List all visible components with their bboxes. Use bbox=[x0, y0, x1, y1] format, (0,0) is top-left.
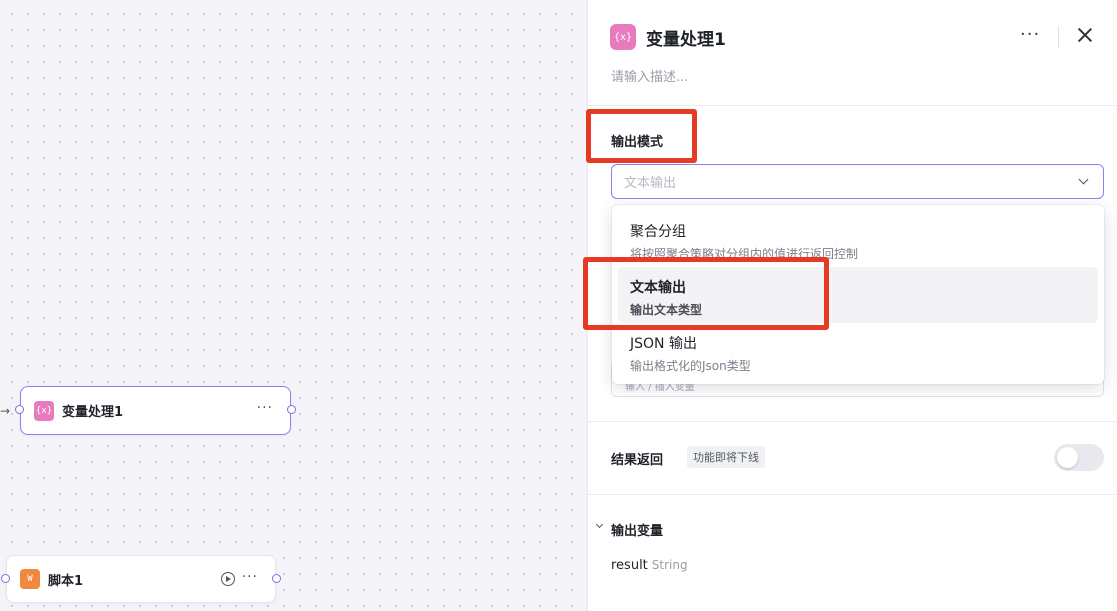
output-handle[interactable] bbox=[287, 405, 296, 414]
option-aggregate-group[interactable]: 聚合分组 将按照聚合策略对分组内的值进行返回控制 bbox=[618, 211, 1098, 267]
variable-icon: {x} bbox=[34, 400, 54, 421]
result-return-label: 结果返回 bbox=[611, 453, 664, 468]
variable-icon: {x} bbox=[610, 24, 636, 50]
variable-name: result bbox=[611, 558, 648, 573]
select-placeholder: 文本输出 bbox=[624, 176, 677, 191]
more-icon[interactable]: ··· bbox=[242, 569, 258, 585]
chevron-down-icon bbox=[1078, 174, 1089, 185]
incoming-edge-arrow: → bbox=[0, 404, 11, 418]
option-subtitle: 输出文本类型 bbox=[630, 303, 703, 317]
panel-header: {x} 变量处理1 bbox=[610, 24, 726, 50]
output-mode-select[interactable]: 文本输出 bbox=[611, 164, 1104, 199]
output-handle[interactable] bbox=[272, 574, 281, 583]
divider bbox=[588, 494, 1117, 495]
play-icon[interactable] bbox=[221, 572, 235, 586]
result-return-toggle[interactable] bbox=[1054, 444, 1104, 471]
option-title: 文本输出 bbox=[630, 280, 686, 296]
panel-title[interactable]: 变量处理1 bbox=[646, 25, 726, 50]
script-node[interactable]: W 脚本1 ··· bbox=[1, 555, 281, 603]
toggle-knob bbox=[1057, 447, 1078, 468]
option-subtitle: 将按照聚合策略对分组内的值进行返回控制 bbox=[630, 247, 859, 261]
output-variable-item: result String bbox=[611, 558, 688, 573]
node-title: 脚本1 bbox=[48, 573, 84, 589]
option-json-output[interactable]: JSON 输出 输出格式化的Json类型 bbox=[618, 323, 1098, 379]
more-options-icon[interactable]: ··· bbox=[1020, 24, 1040, 45]
header-divider bbox=[1058, 26, 1059, 48]
divider bbox=[588, 105, 1117, 106]
input-handle[interactable] bbox=[1, 574, 10, 583]
description-input[interactable]: 请输入描述... bbox=[611, 66, 688, 85]
close-icon[interactable] bbox=[1074, 24, 1096, 46]
chevron-down-icon[interactable] bbox=[595, 520, 604, 529]
script-icon: W bbox=[20, 569, 40, 589]
option-text-output[interactable]: 文本输出 输出文本类型 bbox=[618, 267, 1098, 323]
variable-type: String bbox=[651, 558, 688, 572]
output-mode-dropdown: 聚合分组 将按照聚合策略对分组内的值进行返回控制 文本输出 输出文本类型 JSO… bbox=[612, 205, 1104, 384]
more-icon[interactable]: ··· bbox=[257, 400, 273, 416]
option-title: 聚合分组 bbox=[630, 224, 686, 240]
input-handle[interactable] bbox=[15, 405, 24, 414]
option-subtitle: 输出格式化的Json类型 bbox=[630, 359, 751, 373]
node-config-panel: {x} 变量处理1 ··· 请输入描述... 输出模式 输入 / 插入变量 文本… bbox=[587, 0, 1117, 611]
variable-processing-node[interactable]: {x} 变量处理1 ··· bbox=[15, 386, 296, 435]
node-title: 变量处理1 bbox=[62, 405, 124, 420]
option-title: JSON 输出 bbox=[630, 336, 697, 352]
output-variables-label[interactable]: 输出变量 bbox=[611, 520, 663, 539]
divider bbox=[588, 421, 1117, 422]
deprecation-badge: 功能即将下线 bbox=[687, 446, 765, 468]
output-mode-label: 输出模式 bbox=[611, 135, 664, 150]
